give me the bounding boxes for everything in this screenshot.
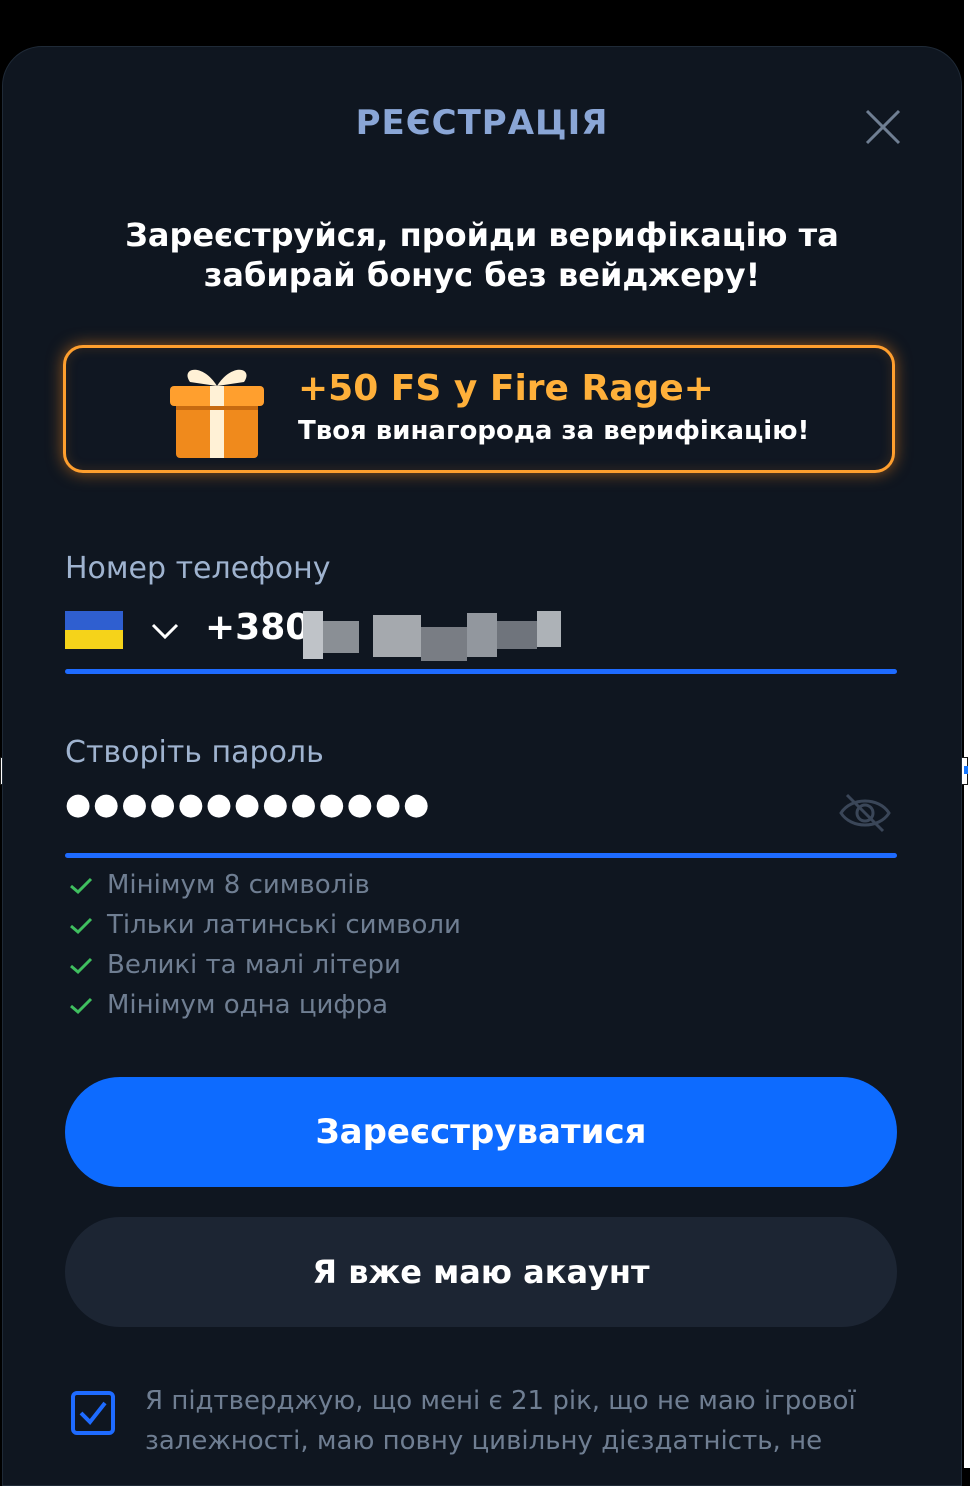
- password-rule: Мінімум 8 символів: [67, 865, 461, 905]
- check-icon: [70, 877, 93, 895]
- login-button[interactable]: Я вже маю акаунт: [65, 1217, 897, 1327]
- eye-off-icon[interactable]: [837, 791, 893, 835]
- gift-icon: [170, 369, 264, 458]
- bonus-banner: +50 FS у Fire Rage+ Твоя винагорода за в…: [63, 345, 895, 473]
- phone-label: Номер телефону: [65, 551, 331, 586]
- registration-modal: РЕЄСТРАЦІЯ Зареєструйся, пройди верифіка…: [2, 46, 962, 1486]
- phone-underline: [65, 669, 897, 674]
- password-underline: [65, 853, 897, 858]
- register-button[interactable]: Зареєструватися: [65, 1077, 897, 1187]
- close-button[interactable]: [863, 107, 903, 147]
- phone-prefix: +380: [205, 607, 311, 648]
- ukraine-flag-icon: [65, 611, 123, 649]
- chevron-down-icon[interactable]: [149, 617, 181, 643]
- password-rule: Тільки латинські символи: [67, 905, 461, 945]
- modal-subtitle: Зареєструйся, пройди верифікацію та заби…: [125, 216, 839, 294]
- check-icon: [70, 957, 93, 975]
- phone-number-masked[interactable]: [303, 607, 563, 663]
- check-icon: [70, 997, 93, 1015]
- password-rules: Мінімум 8 символів Тільки латинські симв…: [67, 865, 461, 1025]
- password-rule: Великі та малі літери: [67, 945, 461, 985]
- modal-title: РЕЄСТРАЦІЯ: [355, 103, 609, 143]
- password-label: Створіть пароль: [65, 735, 324, 770]
- bonus-subtitle: Твоя винагорода за верифікацію!: [298, 416, 810, 446]
- phone-field[interactable]: +380: [65, 607, 895, 667]
- password-input[interactable]: ●●●●●●●●●●●●●: [65, 787, 431, 822]
- consent-checkbox[interactable]: [71, 1391, 115, 1435]
- password-rule: Мінімум одна цифра: [67, 985, 461, 1025]
- bonus-title: +50 FS у Fire Rage+: [298, 368, 714, 409]
- close-icon: [865, 109, 901, 145]
- check-icon: [70, 917, 93, 935]
- consent-text: Я підтверджую, що мені є 21 рік, що не м…: [145, 1386, 856, 1456]
- viewport-edge: [964, 0, 970, 1468]
